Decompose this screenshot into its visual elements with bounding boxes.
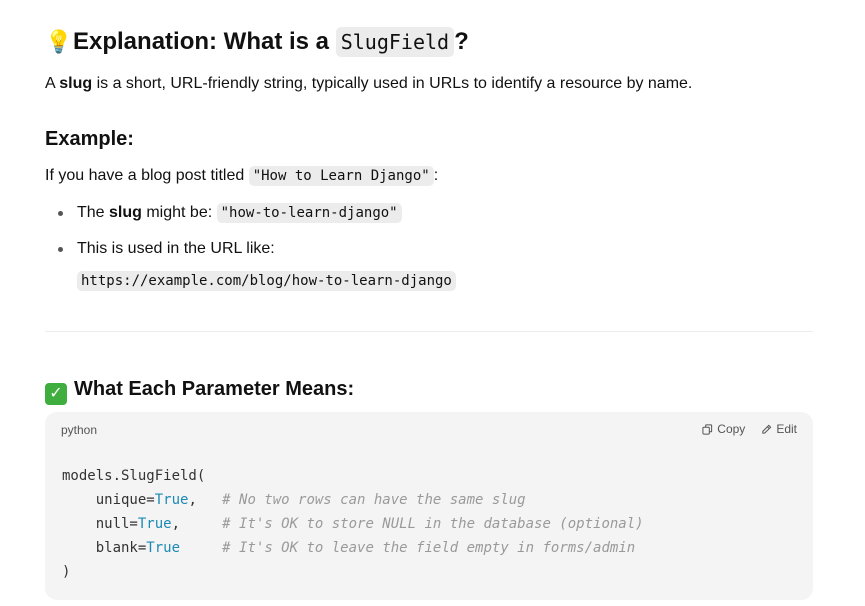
intro-suffix: : bbox=[433, 167, 439, 184]
parameters-heading-text: What Each Parameter Means: bbox=[74, 378, 355, 400]
code-line-2: unique=True, # No two rows can have the … bbox=[62, 492, 526, 508]
url-example-code: https://example.com/blog/how-to-learn-dj… bbox=[77, 271, 456, 291]
list-item: The slug might be: "how-to-learn-django" bbox=[58, 200, 456, 226]
example-intro: If you have a blog post titled "How to L… bbox=[45, 165, 438, 187]
code-block: python Copy Edit models.SlugField(uniqu… bbox=[45, 412, 813, 600]
code-keyword: True bbox=[154, 492, 189, 508]
code-line-1: models.SlugField( bbox=[62, 468, 206, 484]
code-line-4: blank=True # It's OK to leave the field … bbox=[62, 540, 635, 556]
code-token: unique= bbox=[62, 492, 155, 508]
bullet-mid: might be: bbox=[141, 204, 217, 221]
edit-button[interactable]: Edit bbox=[761, 422, 797, 436]
code-token: blank= bbox=[62, 540, 147, 556]
bullet-prefix: The bbox=[77, 204, 110, 221]
example-bullet-list: The slug might be: "how-to-learn-django"… bbox=[58, 200, 456, 294]
check-mark-icon: ✓ bbox=[45, 383, 67, 405]
heading-suffix: ? bbox=[454, 28, 469, 55]
section-heading-explanation: 💡Explanation: What is a SlugField? bbox=[45, 24, 469, 60]
code-actions: Copy Edit bbox=[702, 422, 797, 436]
code-content: models.SlugField( unique=True, # No two … bbox=[62, 464, 644, 584]
pencil-icon bbox=[762, 424, 772, 434]
copy-label: Copy bbox=[717, 422, 746, 436]
lead-prefix: A bbox=[45, 75, 60, 92]
code-token: , bbox=[171, 516, 223, 532]
intro-inline-code: "How to Learn Django" bbox=[248, 166, 434, 186]
code-comment: # It's OK to store NULL in the database … bbox=[222, 516, 644, 532]
slug-definition: A slug is a short, URL-friendly string, … bbox=[45, 73, 692, 95]
code-language-label: python bbox=[61, 423, 98, 437]
section-divider bbox=[45, 331, 813, 332]
code-token: , bbox=[188, 492, 223, 508]
heading-inline-code: SlugField bbox=[335, 27, 455, 57]
edit-label: Edit bbox=[776, 422, 797, 436]
slug-example-code: "how-to-learn-django" bbox=[216, 203, 402, 223]
bullet-text: This is used in the URL like: bbox=[77, 240, 275, 257]
code-keyword: True bbox=[137, 516, 172, 532]
code-token: null= bbox=[62, 516, 138, 532]
intro-prefix: If you have a blog post titled bbox=[45, 167, 249, 184]
code-comment: # It's OK to leave the field empty in fo… bbox=[222, 540, 636, 556]
light-bulb-icon: 💡 bbox=[45, 29, 73, 54]
chat-response-page: 💡Explanation: What is a SlugField? A slu… bbox=[0, 0, 865, 606]
url-line: https://example.com/blog/how-to-learn-dj… bbox=[77, 268, 456, 294]
code-line-3: null=True, # It's OK to store NULL in th… bbox=[62, 516, 644, 532]
example-heading: Example: bbox=[45, 128, 134, 150]
code-keyword: True bbox=[146, 540, 181, 556]
code-comment: # No two rows can have the same slug bbox=[222, 492, 526, 508]
list-item: This is used in the URL like: https://ex… bbox=[58, 236, 456, 294]
copy-icon bbox=[702, 423, 713, 435]
code-line-5: ) bbox=[62, 564, 71, 580]
heading-text: Explanation: What is a bbox=[73, 28, 336, 55]
lead-rest: is a short, URL-friendly string, typical… bbox=[92, 75, 693, 92]
bullet-bold-term: slug bbox=[109, 204, 142, 221]
lead-bold-term: slug bbox=[59, 75, 93, 92]
parameters-heading: ✓ What Each Parameter Means: bbox=[45, 375, 354, 405]
copy-button[interactable]: Copy bbox=[702, 422, 745, 436]
